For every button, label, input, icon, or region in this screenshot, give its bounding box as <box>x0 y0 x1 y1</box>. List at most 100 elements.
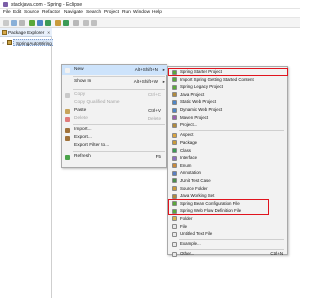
new-package-icon[interactable] <box>55 20 61 26</box>
java-working-set-icon <box>172 193 177 199</box>
menu-navigate[interactable]: Navigate <box>64 10 83 16</box>
new-class-icon[interactable] <box>63 20 69 26</box>
tab-package-explorer[interactable]: Package Explorer ✕ <box>0 28 52 37</box>
highlight-box <box>168 199 269 216</box>
submenu-item-label: Static Web Project <box>180 99 217 105</box>
context-menu-item-show-in[interactable]: Show In Alt+Shift+W ▸ <box>62 77 167 87</box>
menu-item-label: Export Filter to... <box>74 143 110 148</box>
print-icon[interactable] <box>19 20 25 26</box>
chevron-right-icon[interactable]: > <box>2 40 4 45</box>
export-filter-icon <box>65 143 70 149</box>
static-web-project-icon <box>172 99 177 105</box>
forward-icon[interactable] <box>91 20 97 26</box>
submenu-item-label: Annotation <box>180 170 201 176</box>
menu-item-shortcut: Alt+Shift+W <box>133 79 158 84</box>
menu-source[interactable]: Source <box>24 10 39 16</box>
source-folder-icon <box>172 186 177 191</box>
file-icon <box>172 224 177 229</box>
menu-window[interactable]: Window <box>133 10 150 16</box>
highlight-box <box>168 67 288 77</box>
show-in-icon <box>65 79 70 85</box>
menu-search[interactable]: Search <box>86 10 101 16</box>
export-icon <box>65 135 70 141</box>
submenu-item-label: Dynamic Web Project <box>180 107 223 112</box>
context-menu: New Alt+Shift+N ▸ Show In Alt+Shift+W ▸ Copy Ct… <box>61 64 167 168</box>
menu-separator <box>73 89 165 90</box>
submenu-item-label: Example... <box>180 241 201 247</box>
java-project-icon <box>172 92 177 98</box>
new-icon <box>65 67 70 73</box>
submenu-item-label: JUnit Test Case <box>180 177 211 183</box>
submenu-item-label: Source Folder <box>180 185 208 191</box>
submenu-item-label: File <box>180 223 188 229</box>
menu-item-shortcut: Alt+Shift+N <box>134 67 158 72</box>
submenu-item-shortcut: Ctrl+N <box>270 251 283 257</box>
submenu-item-label: Class <box>180 147 191 153</box>
submenu-item-label: Untitled Text File <box>180 231 213 237</box>
submenu-item-label: Project... <box>180 122 198 128</box>
menu-item-label: New <box>74 67 84 72</box>
project-folder-icon <box>7 40 12 45</box>
debug-icon[interactable] <box>37 20 43 26</box>
class-icon <box>172 148 177 153</box>
spring-legacy-project-icon <box>172 84 177 90</box>
new-submenu-item-project[interactable]: Project... <box>169 121 287 129</box>
menu-help[interactable]: Help <box>152 10 162 16</box>
submenu-item-label: Other... <box>180 251 195 257</box>
tree-item-project[interactable]: > SpringAutoWiring <box>2 39 55 46</box>
menu-separator <box>73 151 165 152</box>
copy-icon <box>65 92 70 98</box>
submenu-item-label: Import Spring Getting Started Content <box>180 76 254 82</box>
other-icon <box>172 251 177 257</box>
annotation-icon <box>172 170 177 176</box>
menu-item-shortcut: F5 <box>155 154 161 159</box>
menu-refactor[interactable]: Refactor <box>42 10 60 16</box>
main-toolbar <box>0 17 300 28</box>
new-submenu-item-other[interactable]: Other... Ctrl+N <box>169 250 287 258</box>
menu-separator <box>73 123 165 125</box>
untitled-text-file-icon <box>172 231 177 237</box>
window-title-bar: stackjava.com - Spring - Eclipse <box>0 0 300 9</box>
aspect-icon <box>172 132 177 138</box>
junit-test-case-icon <box>172 178 177 184</box>
close-icon[interactable]: ✕ <box>47 30 50 35</box>
run-icon[interactable] <box>45 20 51 26</box>
project-label[interactable]: SpringAutoWiring <box>13 39 55 46</box>
search-icon[interactable] <box>73 20 79 26</box>
context-menu-item-new[interactable]: New Alt+Shift+N ▸ <box>62 65 167 75</box>
spring-icon[interactable] <box>29 20 35 26</box>
submenu-item-label: Java Project <box>180 91 205 97</box>
new-submenu-item-example[interactable]: Example... <box>169 240 287 248</box>
context-menu-item-delete[interactable]: Delete Delete <box>62 114 167 124</box>
submenu-item-label: Enum <box>180 162 192 168</box>
menu-item-label: Delete <box>74 116 88 121</box>
save-icon[interactable] <box>11 20 17 26</box>
submenu-item-label: Package <box>180 139 198 145</box>
package-icon <box>172 140 177 146</box>
menu-bar: File Edit Source Refactor Navigate Searc… <box>0 9 300 17</box>
window-title: stackjava.com - Spring - Eclipse <box>11 1 83 8</box>
tab-label: Package Explorer <box>8 30 45 35</box>
context-menu-item-export-filter[interactable]: Export Filter to... <box>62 141 167 151</box>
example-icon <box>172 241 177 247</box>
import-icon <box>65 127 70 133</box>
menu-separator <box>73 76 165 77</box>
new-icon[interactable] <box>3 20 9 26</box>
import-spring-getting-started-content-icon <box>172 77 177 83</box>
menu-file[interactable]: File <box>3 10 11 16</box>
submenu-arrow-icon: ▸ <box>162 79 165 84</box>
back-icon[interactable] <box>83 20 89 26</box>
submenu-arrow-icon: ▸ <box>162 67 165 72</box>
menu-item-label: Show In <box>74 79 92 84</box>
menu-project[interactable]: Project <box>104 10 119 16</box>
menu-item-shortcut: Delete <box>147 116 161 121</box>
context-menu-item-refresh[interactable]: Refresh F5 <box>62 152 167 162</box>
delete-icon <box>65 116 70 122</box>
package-explorer-pane: Package Explorer ✕ > SpringAutoWiring <box>0 28 55 298</box>
copy-qualified-name-icon <box>65 100 70 106</box>
menu-edit[interactable]: Edit <box>13 10 21 16</box>
new-submenu: Spring Starter Project Import Spring Gett… <box>167 66 288 258</box>
menu-run[interactable]: Run <box>122 10 131 16</box>
submenu-item-label: Interface <box>180 155 198 161</box>
new-submenu-item-untitled-text-file[interactable]: Untitled Text File <box>169 230 287 238</box>
